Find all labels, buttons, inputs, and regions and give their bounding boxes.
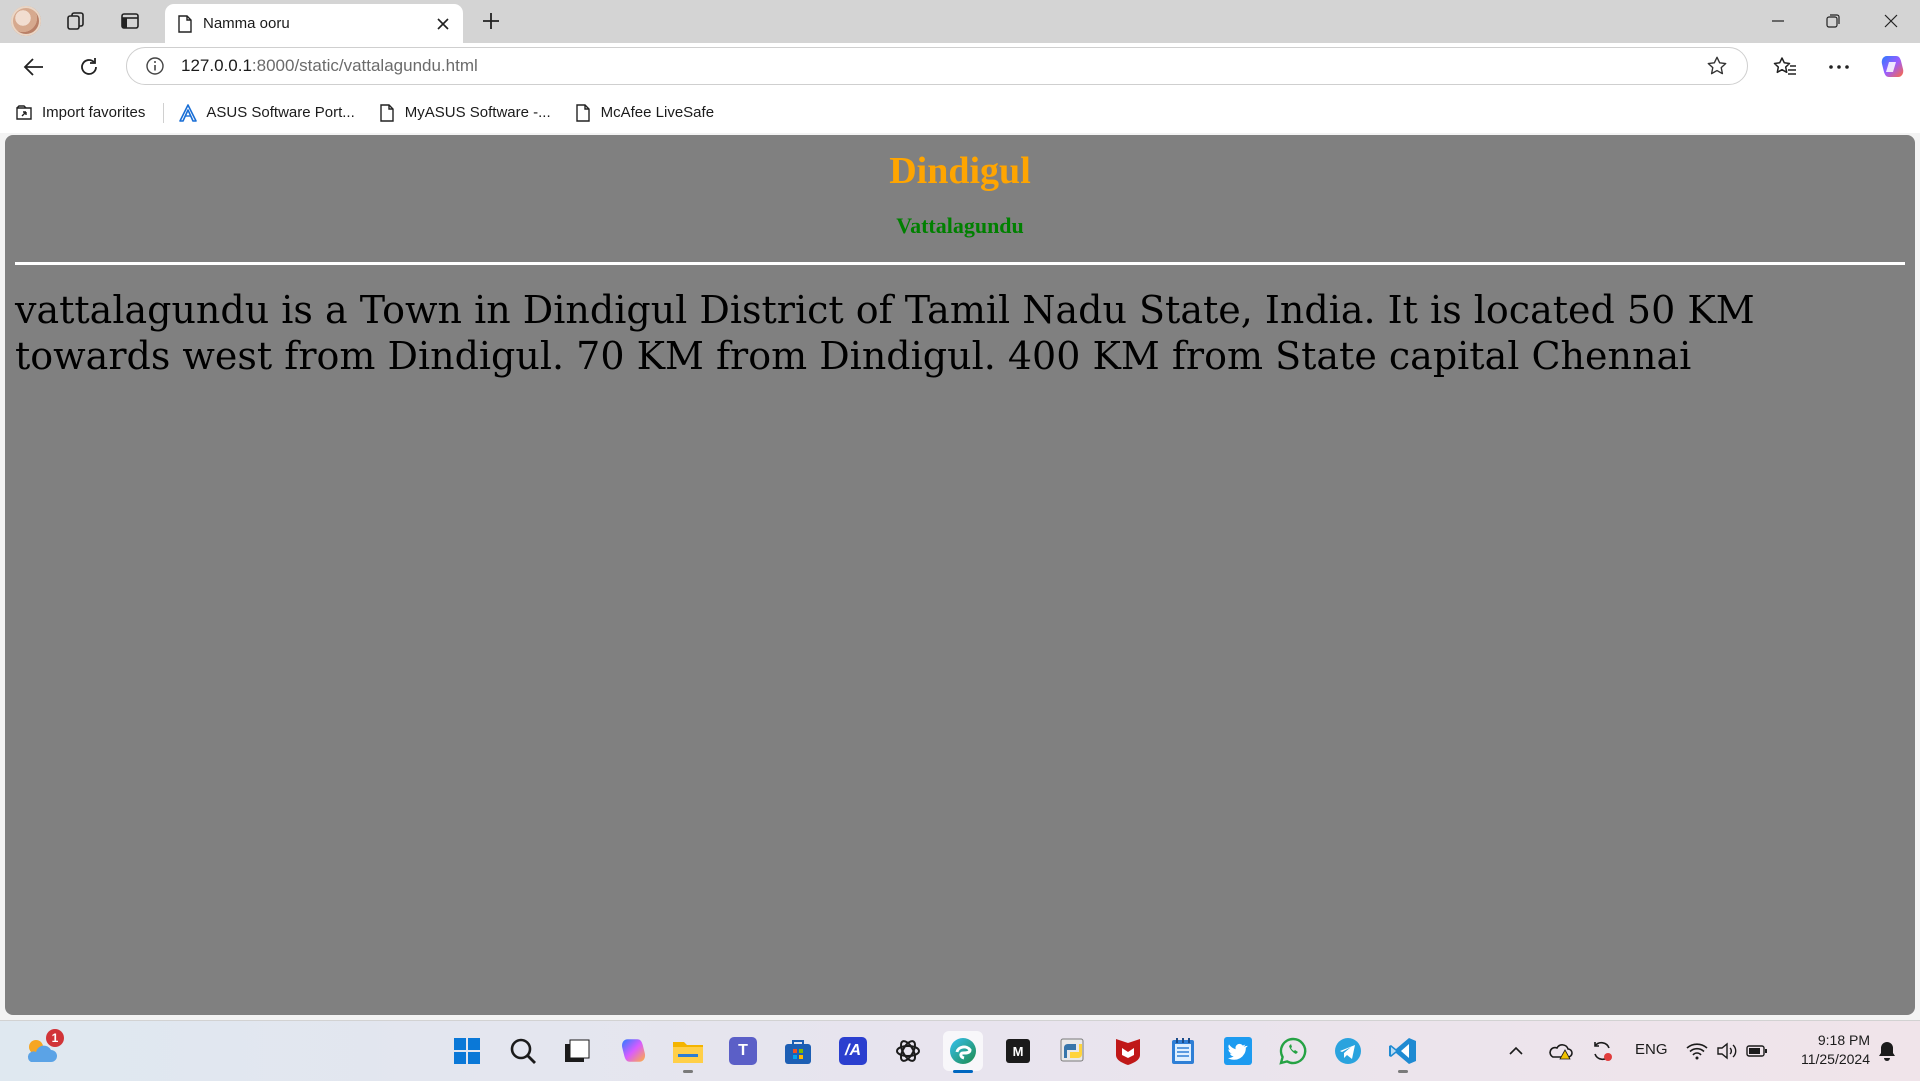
m-app-icon[interactable]: M bbox=[998, 1031, 1038, 1071]
active-indicator bbox=[953, 1070, 973, 1073]
url-path: :8000/static/vattalagundu.html bbox=[251, 56, 478, 75]
wifi-icon[interactable] bbox=[1682, 1031, 1712, 1071]
taskbar: 1 T /A M ENG 9:18 PM 11/25/2024 bbox=[0, 1020, 1920, 1081]
url-text[interactable]: 127.0.0.1:8000/static/vattalagundu.html bbox=[181, 56, 1703, 76]
clock-date: 11/25/2024 bbox=[1800, 1051, 1870, 1067]
new-tab-icon[interactable] bbox=[471, 4, 511, 38]
vscode-icon[interactable] bbox=[1383, 1031, 1423, 1073]
address-bar[interactable]: 127.0.0.1:8000/static/vattalagundu.html bbox=[126, 47, 1748, 85]
minimize-icon[interactable] bbox=[1755, 4, 1801, 38]
back-arrow-icon[interactable] bbox=[15, 49, 53, 85]
clock-time: 9:18 PM bbox=[1817, 1032, 1870, 1048]
copilot-icon[interactable] bbox=[1873, 49, 1911, 85]
sync-icon[interactable] bbox=[1587, 1031, 1617, 1071]
battery-icon[interactable] bbox=[1742, 1031, 1772, 1071]
running-indicator bbox=[1398, 1070, 1408, 1073]
page-icon bbox=[573, 103, 593, 123]
page-icon bbox=[175, 14, 195, 34]
weather-widget-icon[interactable]: 1 bbox=[20, 1029, 64, 1071]
store-icon[interactable] bbox=[778, 1031, 818, 1071]
notification-bell-icon[interactable] bbox=[1872, 1031, 1902, 1071]
teams-icon[interactable]: T bbox=[723, 1031, 763, 1071]
tab-title: Namma ooru bbox=[203, 15, 290, 32]
favorites-bar: Import favorites ASUS Software Port... M… bbox=[0, 92, 1920, 133]
favorites-icon[interactable] bbox=[1766, 49, 1804, 85]
volume-icon[interactable] bbox=[1712, 1031, 1742, 1071]
favorite-star-icon[interactable] bbox=[1703, 52, 1731, 80]
clock[interactable]: 9:18 PM 11/25/2024 bbox=[1780, 1031, 1870, 1069]
page-icon bbox=[377, 103, 397, 123]
mcafee-icon[interactable] bbox=[1108, 1031, 1148, 1071]
favorite-import[interactable]: Import favorites bbox=[6, 98, 153, 128]
vertical-tabs-icon[interactable] bbox=[110, 4, 150, 38]
navigation-toolbar: 127.0.0.1:8000/static/vattalagundu.html bbox=[0, 43, 1920, 92]
close-window-icon[interactable] bbox=[1868, 4, 1914, 38]
page-title: Dindigul bbox=[889, 150, 1031, 192]
divider bbox=[15, 262, 1905, 265]
favorite-asus[interactable]: ASUS Software Port... bbox=[170, 98, 362, 128]
favorite-label: ASUS Software Port... bbox=[206, 104, 355, 121]
notepad-icon[interactable] bbox=[1163, 1031, 1203, 1071]
notification-badge: 1 bbox=[46, 1029, 64, 1047]
asus-icon bbox=[178, 103, 198, 123]
chatgpt-icon[interactable] bbox=[888, 1031, 928, 1071]
start-icon[interactable] bbox=[447, 1031, 487, 1071]
more-options-icon[interactable] bbox=[1820, 49, 1858, 85]
running-indicator bbox=[683, 1070, 693, 1073]
show-hidden-icons-chevron-icon[interactable] bbox=[1502, 1031, 1530, 1071]
search-icon[interactable] bbox=[503, 1031, 543, 1071]
language-indicator[interactable]: ENG bbox=[1635, 1041, 1668, 1058]
favorites-divider bbox=[163, 102, 165, 123]
telegram-icon[interactable] bbox=[1328, 1031, 1368, 1071]
favorite-label: McAfee LiveSafe bbox=[600, 104, 715, 121]
onedrive-warning-icon[interactable] bbox=[1546, 1031, 1576, 1071]
import-icon bbox=[14, 103, 34, 123]
favorite-label: MyASUS Software -... bbox=[404, 104, 551, 121]
tab-active[interactable]: Namma ooru bbox=[165, 4, 463, 43]
favorite-label: Import favorites bbox=[42, 104, 146, 121]
task-view-icon[interactable] bbox=[557, 1031, 597, 1071]
python-icon[interactable] bbox=[1053, 1031, 1093, 1071]
description-paragraph: vattalagundu is a Town in Dindigul Distr… bbox=[15, 288, 1755, 378]
tab-strip: Namma ooru bbox=[0, 0, 1920, 43]
favorite-mcafee[interactable]: McAfee LiveSafe bbox=[565, 98, 722, 128]
edge-icon[interactable] bbox=[943, 1031, 983, 1073]
math-app-icon[interactable]: /A bbox=[833, 1031, 873, 1071]
url-host: 127.0.0.1 bbox=[181, 56, 252, 75]
workspaces-icon[interactable] bbox=[56, 4, 96, 38]
favorite-myasus[interactable]: MyASUS Software -... bbox=[369, 98, 559, 128]
close-tab-icon[interactable] bbox=[429, 10, 457, 38]
copilot-icon[interactable] bbox=[613, 1031, 653, 1071]
page-subtitle: Vattalagundu bbox=[896, 213, 1024, 238]
reload-icon[interactable] bbox=[70, 49, 108, 85]
profile-avatar-icon[interactable] bbox=[6, 4, 46, 38]
whatsapp-icon[interactable] bbox=[1273, 1031, 1313, 1071]
restore-icon[interactable] bbox=[1810, 4, 1856, 38]
file-explorer-icon[interactable] bbox=[668, 1031, 708, 1073]
twitter-icon[interactable] bbox=[1218, 1031, 1258, 1071]
site-info-icon[interactable] bbox=[145, 56, 165, 76]
page-viewport: Dindigul Vattalagundu vattalagundu is a … bbox=[5, 135, 1915, 1015]
